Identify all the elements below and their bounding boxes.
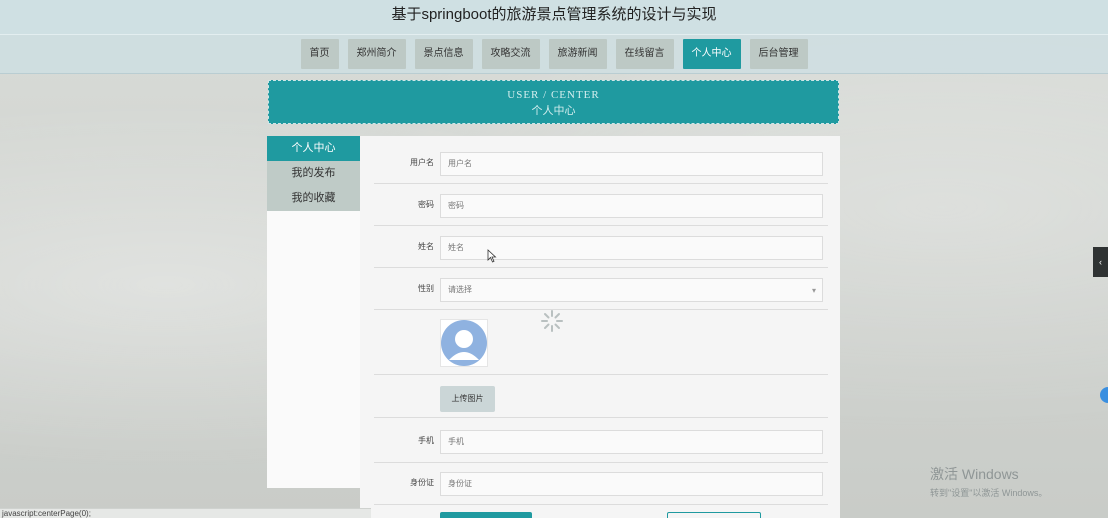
- password-label: 密码: [418, 200, 434, 209]
- name-input[interactable]: 姓名: [440, 236, 823, 260]
- sidebar-item-my-posts[interactable]: 我的发布: [267, 161, 360, 186]
- upload-image-button[interactable]: 上传图片: [440, 386, 495, 412]
- gender-label: 性别: [418, 284, 434, 293]
- avatar-preview: [440, 319, 488, 367]
- floating-action-dot[interactable]: [1100, 387, 1108, 403]
- user-sidebar: 个人中心 我的发布 我的收藏: [267, 136, 360, 488]
- nav-item-attractions[interactable]: 景点信息: [414, 39, 473, 69]
- profile-form: 用户名 用户名 密码 密码 姓名 姓名 性别 请选择 ▾ 上传图片 手机 手机 …: [360, 136, 840, 518]
- nav-item-messages[interactable]: 在线留言: [615, 39, 674, 69]
- gender-select-value: 请选择: [448, 285, 472, 294]
- sidebar-item-user-center[interactable]: 个人中心: [267, 136, 360, 161]
- nav-item-news[interactable]: 旅游新闻: [548, 39, 607, 69]
- nav-item-home[interactable]: 首页: [300, 39, 339, 69]
- upload-divider: [374, 417, 828, 418]
- idcard-row: 身份证 身份证: [374, 471, 828, 505]
- user-avatar-icon: [441, 320, 487, 366]
- nav-item-intro[interactable]: 郑州简介: [347, 39, 406, 69]
- avatar-divider: [374, 374, 828, 375]
- phone-label: 手机: [418, 436, 434, 445]
- site-title: 基于springboot的旅游景点管理系统的设计与实现: [0, 0, 1108, 34]
- windows-activation-watermark: 激活 Windows 转到"设置"以激活 Windows。: [930, 464, 1047, 499]
- chevron-down-icon: ▾: [811, 286, 816, 295]
- loading-spinner-icon: [541, 310, 563, 332]
- username-label: 用户名: [410, 158, 434, 167]
- banner-title-en: USER / CENTER: [507, 89, 600, 101]
- gender-row: 性别 请选择 ▾: [374, 277, 828, 310]
- password-row: 密码 密码: [374, 193, 828, 226]
- username-row: 用户名 用户名: [374, 151, 828, 184]
- nav-item-guides[interactable]: 攻略交流: [481, 39, 540, 69]
- name-label: 姓名: [418, 242, 434, 251]
- idcard-label: 身份证: [410, 478, 434, 487]
- browser-status-bar: javascript:centerPage(0);: [0, 508, 371, 518]
- gender-select[interactable]: 请选择 ▾: [440, 278, 823, 302]
- page-banner: USER / CENTER 个人中心: [268, 80, 839, 124]
- sidebar-item-my-favorites[interactable]: 我的收藏: [267, 186, 360, 211]
- phone-row: 手机 手机: [374, 429, 828, 463]
- chevron-left-icon[interactable]: ‹: [1093, 247, 1108, 277]
- watermark-subtitle: 转到"设置"以激活 Windows。: [930, 488, 1048, 498]
- nav-item-admin[interactable]: 后台管理: [749, 39, 808, 69]
- submit-button[interactable]: [440, 512, 532, 518]
- banner-title-cn: 个人中心: [531, 105, 576, 117]
- phone-input[interactable]: 手机: [440, 430, 823, 454]
- nav-item-user-center[interactable]: 个人中心: [682, 39, 741, 69]
- name-row: 姓名 姓名: [374, 235, 828, 268]
- username-input[interactable]: 用户名: [440, 152, 823, 176]
- idcard-input[interactable]: 身份证: [440, 472, 823, 496]
- logout-button[interactable]: [667, 512, 761, 518]
- watermark-title: 激活 Windows: [930, 466, 1019, 482]
- password-input[interactable]: 密码: [440, 194, 823, 218]
- mouse-cursor-icon: [487, 249, 497, 263]
- main-nav: 首页 郑州简介 景点信息 攻略交流 旅游新闻 在线留言 个人中心 后台管理: [0, 34, 1108, 74]
